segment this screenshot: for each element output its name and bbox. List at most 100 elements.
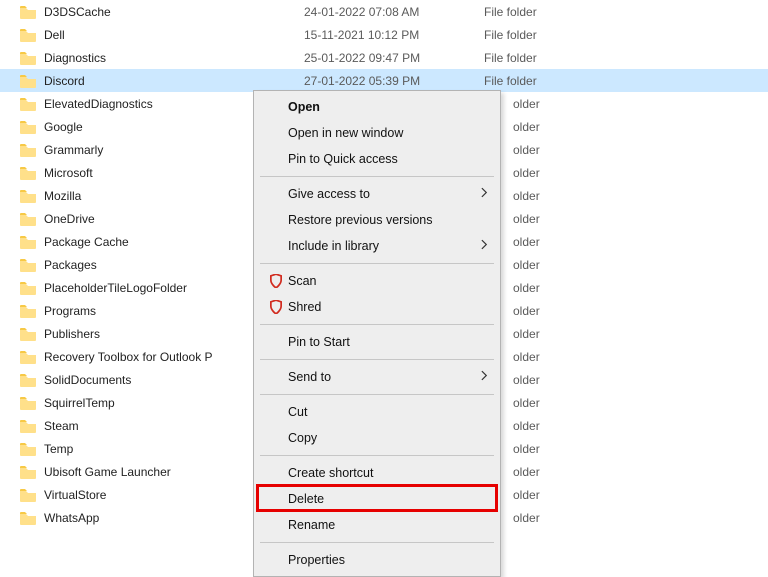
file-type-trailing: older <box>513 189 540 203</box>
file-name: Dell <box>44 28 304 42</box>
blank-icon <box>266 186 286 202</box>
folder-icon <box>20 258 36 272</box>
blank-icon <box>266 430 286 446</box>
file-type: File folder <box>484 5 604 19</box>
folder-icon <box>20 327 36 341</box>
menu-item-pin-to-start[interactable]: Pin to Start <box>256 329 498 355</box>
blank-icon <box>266 404 286 420</box>
file-row[interactable]: Discord27-01-2022 05:39 PMFile folder <box>0 69 768 92</box>
menu-item-copy[interactable]: Copy <box>256 425 498 451</box>
menu-item-pin-to-quick-access[interactable]: Pin to Quick access <box>256 146 498 172</box>
folder-icon <box>20 396 36 410</box>
menu-item-label: Include in library <box>288 239 481 253</box>
file-date: 24-01-2022 07:08 AM <box>304 5 484 19</box>
blank-icon <box>266 238 286 254</box>
menu-separator <box>260 176 494 177</box>
blank-icon <box>266 334 286 350</box>
menu-item-label: Pin to Start <box>288 335 488 349</box>
menu-item-label: Send to <box>288 370 481 384</box>
menu-item-label: Open in new window <box>288 126 488 140</box>
menu-item-scan[interactable]: Scan <box>256 268 498 294</box>
file-date: 25-01-2022 09:47 PM <box>304 51 484 65</box>
file-type-trailing: older <box>513 488 540 502</box>
menu-separator <box>260 394 494 395</box>
menu-item-label: Shred <box>288 300 488 314</box>
folder-icon <box>20 212 36 226</box>
file-type-trailing: older <box>513 442 540 456</box>
menu-item-delete[interactable]: Delete <box>256 486 498 512</box>
file-type: File folder <box>484 51 604 65</box>
file-type: File folder <box>484 28 604 42</box>
menu-separator <box>260 542 494 543</box>
file-type-trailing: older <box>513 120 540 134</box>
file-date: 15-11-2021 10:12 PM <box>304 28 484 42</box>
folder-icon <box>20 97 36 111</box>
blank-icon <box>266 99 286 115</box>
menu-item-properties[interactable]: Properties <box>256 547 498 573</box>
menu-item-label: Create shortcut <box>288 466 488 480</box>
menu-item-label: Scan <box>288 274 488 288</box>
file-type: File folder <box>484 74 604 88</box>
folder-icon <box>20 235 36 249</box>
menu-separator <box>260 455 494 456</box>
menu-item-give-access-to[interactable]: Give access to <box>256 181 498 207</box>
file-type-trailing: older <box>513 465 540 479</box>
file-name: Discord <box>44 74 304 88</box>
file-type-trailing: older <box>513 258 540 272</box>
blank-icon <box>266 517 286 533</box>
menu-item-label: Give access to <box>288 187 481 201</box>
file-type-trailing: older <box>513 166 540 180</box>
menu-separator <box>260 263 494 264</box>
menu-item-label: Copy <box>288 431 488 445</box>
folder-icon <box>20 120 36 134</box>
file-row[interactable]: D3DSCache24-01-2022 07:08 AMFile folder <box>0 0 768 23</box>
folder-icon <box>20 166 36 180</box>
file-type-trailing: older <box>513 304 540 318</box>
menu-item-label: Rename <box>288 518 488 532</box>
folder-icon <box>20 5 36 19</box>
folder-icon <box>20 442 36 456</box>
file-type-trailing: older <box>513 143 540 157</box>
menu-item-send-to[interactable]: Send to <box>256 364 498 390</box>
blank-icon <box>266 151 286 167</box>
blank-icon <box>266 491 286 507</box>
folder-icon <box>20 51 36 65</box>
file-type-trailing: older <box>513 419 540 433</box>
folder-icon <box>20 511 36 525</box>
file-type-trailing: older <box>513 350 540 364</box>
menu-separator <box>260 359 494 360</box>
menu-item-label: Restore previous versions <box>288 213 488 227</box>
file-type-trailing: older <box>513 396 540 410</box>
file-type-trailing: older <box>513 327 540 341</box>
menu-item-rename[interactable]: Rename <box>256 512 498 538</box>
menu-item-label: Pin to Quick access <box>288 152 488 166</box>
file-type-trailing: older <box>513 97 540 111</box>
menu-item-open-in-new-window[interactable]: Open in new window <box>256 120 498 146</box>
file-type-trailing: older <box>513 235 540 249</box>
context-menu: Open Open in new window Pin to Quick acces… <box>253 90 501 577</box>
menu-item-cut[interactable]: Cut <box>256 399 498 425</box>
menu-item-label: Properties <box>288 553 488 567</box>
shield-red-icon <box>266 273 286 289</box>
menu-separator <box>260 324 494 325</box>
submenu-arrow-icon <box>481 239 488 253</box>
file-row[interactable]: Diagnostics25-01-2022 09:47 PMFile folde… <box>0 46 768 69</box>
blank-icon <box>266 369 286 385</box>
file-name: Diagnostics <box>44 51 304 65</box>
blank-icon <box>266 125 286 141</box>
menu-item-label: Delete <box>288 492 488 506</box>
folder-icon <box>20 281 36 295</box>
folder-icon <box>20 465 36 479</box>
file-row[interactable]: Dell15-11-2021 10:12 PMFile folder <box>0 23 768 46</box>
file-name: D3DSCache <box>44 5 304 19</box>
menu-item-shred[interactable]: Shred <box>256 294 498 320</box>
menu-item-restore-previous-versions[interactable]: Restore previous versions <box>256 207 498 233</box>
submenu-arrow-icon <box>481 187 488 201</box>
menu-item-include-in-library[interactable]: Include in library <box>256 233 498 259</box>
menu-item-open[interactable]: Open <box>256 94 498 120</box>
blank-icon <box>266 465 286 481</box>
folder-icon <box>20 143 36 157</box>
file-type-trailing: older <box>513 281 540 295</box>
menu-item-create-shortcut[interactable]: Create shortcut <box>256 460 498 486</box>
menu-item-label: Open <box>288 100 488 114</box>
